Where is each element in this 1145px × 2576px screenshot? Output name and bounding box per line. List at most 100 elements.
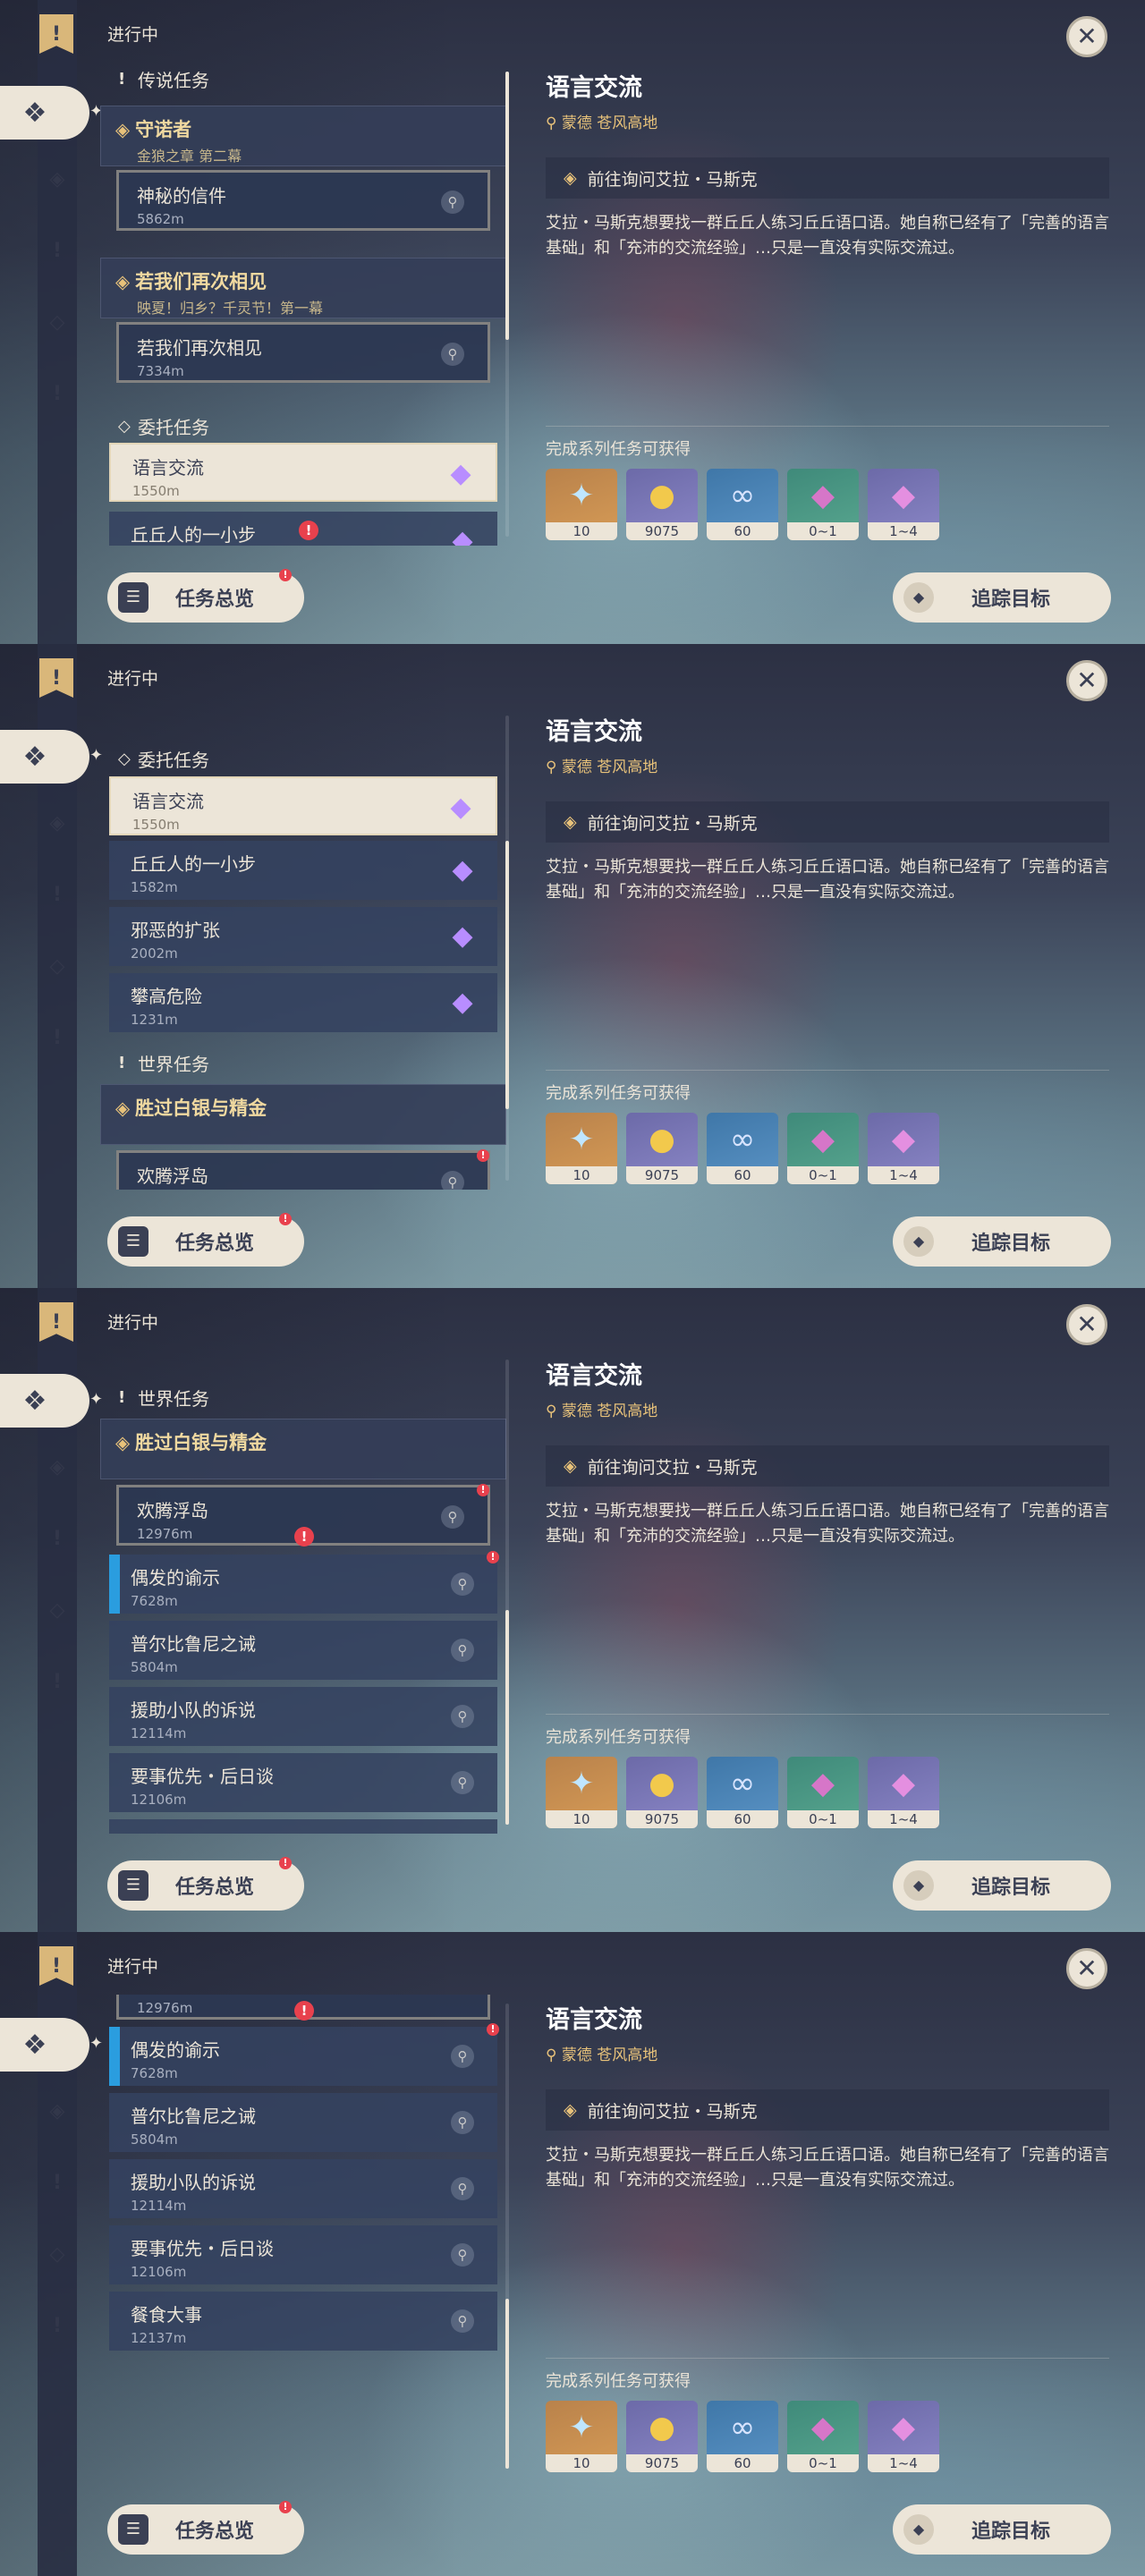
reward-item[interactable]: ◆ 0~1 bbox=[787, 469, 859, 540]
world-quest-item[interactable]: 餐食大事 bbox=[109, 1819, 497, 1834]
reward-item[interactable]: ◆ 1~4 bbox=[868, 1113, 939, 1184]
map-pin-icon[interactable]: ⚲ bbox=[451, 2177, 474, 2200]
track-objective-button[interactable]: ◆ 追踪目标 bbox=[893, 1860, 1111, 1911]
map-pin-icon[interactable]: ⚲ bbox=[441, 343, 464, 366]
quest-list-scrollbar[interactable] bbox=[505, 72, 509, 537]
quest-subitem[interactable]: 神秘的信件 5862m ⚲ bbox=[116, 170, 490, 231]
reward-item[interactable]: ✦ 10 bbox=[546, 469, 617, 540]
reward-item[interactable]: ∞ 60 bbox=[707, 2401, 778, 2472]
commission-item[interactable]: 丘丘人的一小步 1582m ◆ bbox=[109, 841, 497, 900]
map-pin-icon[interactable]: ⚲ bbox=[451, 1705, 474, 1728]
reward-item[interactable]: ∞ 60 bbox=[707, 1757, 778, 1828]
quest-group-guardian[interactable]: ◈ 守诺者 金狼之章 第二幕 bbox=[100, 106, 506, 166]
quest-group-meet_again[interactable]: ◈ 若我们再次相见 映夏！归乡？千灵节！第一幕 bbox=[100, 258, 506, 318]
close-button[interactable]: ✕ bbox=[1066, 660, 1107, 701]
commission-item[interactable]: 语言交流 1550m ◆ bbox=[109, 776, 497, 835]
quest-title: 语言交流 bbox=[546, 2006, 642, 2034]
reward-item[interactable]: ✦ 10 bbox=[546, 2401, 617, 2472]
map-pin-icon[interactable]: ⚲ bbox=[451, 1639, 474, 1662]
world-quest-item[interactable]: 要事优先・后日谈 12106m ⚲ bbox=[109, 1753, 497, 1812]
quest-overview-button[interactable]: ☰ 任务总览 ! bbox=[107, 1213, 304, 1267]
mora-icon: ● bbox=[649, 2410, 675, 2445]
map-pin-icon[interactable]: ⚲ bbox=[451, 1771, 474, 1794]
quest-overview-button[interactable]: ☰ 任务总览 ! bbox=[107, 569, 304, 623]
quest-list-scrollbar[interactable] bbox=[505, 716, 509, 1181]
reward-item[interactable]: ◆ 0~1 bbox=[787, 1757, 859, 1828]
quest-list-icon: ☰ bbox=[118, 1226, 148, 1257]
reward-item[interactable]: ● 9075 bbox=[626, 1757, 698, 1828]
reward-item[interactable]: ◆ 0~1 bbox=[787, 1113, 859, 1184]
close-button[interactable]: ✕ bbox=[1066, 1948, 1107, 1989]
world-quest-item[interactable]: 偶发的谕示 7628m ⚲! bbox=[109, 1551, 499, 1614]
commission-item[interactable]: 语言交流 1550m ◆ bbox=[109, 443, 497, 502]
reward-item[interactable]: ● 9075 bbox=[626, 1113, 698, 1184]
map-pin-icon[interactable]: ⚲ bbox=[441, 1171, 464, 1190]
commission-item[interactable]: 攀高危险 1231m ◆ bbox=[109, 973, 497, 1032]
world-quest-item[interactable]: 要事优先・后日谈 12106m ⚲ bbox=[109, 2225, 497, 2284]
quest-list[interactable]: ◇ 委托任务 语言交流 1550m ◆ 丘丘人的一小步 1582m ◆ 邪恶的扩张 20… bbox=[100, 707, 506, 1190]
close-button[interactable]: ✕ bbox=[1066, 16, 1107, 57]
quest-subitem[interactable]: 若我们再次相见 7334m ⚲ bbox=[116, 322, 490, 383]
close-button[interactable]: ✕ bbox=[1066, 1304, 1107, 1345]
quest-overview-button[interactable]: ☰ 任务总览 ! bbox=[107, 1857, 304, 1911]
map-pin-icon[interactable]: ⚲ bbox=[441, 191, 464, 214]
group-title: 若我们再次相见 bbox=[135, 271, 267, 292]
quest-group-silver[interactable]: ◈ 胜过白银与精金 bbox=[100, 1084, 506, 1145]
section-title-world: ! 世界任务 bbox=[118, 1053, 209, 1075]
commission-item[interactable]: 邪恶的扩张 2002m ◆ bbox=[109, 907, 497, 966]
commission-item[interactable]: 丘丘人的一小步 ! ◆ bbox=[109, 512, 497, 546]
reward-item[interactable]: ∞ 60 bbox=[707, 469, 778, 540]
world-quest-item[interactable]: 餐食大事 12137m ⚲ bbox=[109, 2292, 497, 2351]
scroll-thumb[interactable] bbox=[505, 841, 509, 1109]
map-pin-icon[interactable]: ⚲ bbox=[451, 1572, 474, 1596]
location-pin-icon: ⚲ bbox=[546, 2046, 562, 2064]
reward-item[interactable]: ◆ 1~4 bbox=[868, 2401, 939, 2472]
reward-item[interactable]: ◆ 1~4 bbox=[868, 1757, 939, 1828]
alert-badge-icon: ! bbox=[279, 1213, 292, 1225]
all-quests-icon: ❖ bbox=[22, 1385, 47, 1417]
alert-badge-icon: ! bbox=[279, 1857, 292, 1869]
quest-list[interactable]: ! 世界任务 ◈ 胜过白银与精金 欢腾浮岛 12976m ⚲! ! 偶发的谕示 7628m… bbox=[100, 1351, 506, 1834]
map-pin-icon[interactable]: ⚲ bbox=[451, 2243, 474, 2267]
world-quest-item[interactable]: 普尔比鲁尼之诫 5804m ⚲ bbox=[109, 1621, 497, 1680]
reward-item[interactable]: ∞ 60 bbox=[707, 1113, 778, 1184]
all-quests-tab[interactable]: ❖ bbox=[0, 1374, 89, 1428]
reward-item[interactable]: ✦ 10 bbox=[546, 1113, 617, 1184]
quest-list-scrollbar[interactable] bbox=[505, 1360, 509, 1825]
map-pin-icon[interactable]: ⚲ bbox=[451, 2111, 474, 2134]
rewards-title: 完成系列任务可获得 bbox=[546, 2372, 691, 2391]
scroll-thumb[interactable] bbox=[505, 72, 509, 340]
map-pin-icon[interactable]: ⚲ bbox=[441, 1505, 464, 1529]
all-quests-tab[interactable]: ❖ bbox=[0, 2018, 89, 2072]
reward-item[interactable]: ● 9075 bbox=[626, 469, 698, 540]
quest-diamond-icon: ◈ bbox=[115, 1097, 131, 1119]
world-quest-item[interactable]: 偶发的谕示 7628m ⚲! bbox=[109, 2023, 499, 2086]
track-objective-button[interactable]: ◆ 追踪目标 bbox=[893, 572, 1111, 623]
reward-item[interactable]: ◆ 0~1 bbox=[787, 2401, 859, 2472]
quest-overview-button[interactable]: ☰ 任务总览 ! bbox=[107, 2501, 304, 2555]
quest-subitem[interactable]: 欢腾浮岛 12976m ⚲! ! bbox=[116, 1484, 490, 1546]
reward-item[interactable]: ◆ 1~4 bbox=[868, 469, 939, 540]
world-quest-item[interactable]: 普尔比鲁尼之诫 5804m ⚲ bbox=[109, 2093, 497, 2152]
quest-subitem[interactable]: 欢腾浮岛 12976m ⚲! ! bbox=[116, 1149, 490, 1190]
scroll-thumb[interactable] bbox=[505, 1610, 509, 1825]
section-title-commission: ◇ 委托任务 bbox=[118, 416, 209, 438]
quest-group-silver[interactable]: ◈ 胜过白银与精金 bbox=[100, 1419, 506, 1479]
quest-subitem[interactable]: 欢腾浮岛 12976m ! bbox=[116, 1995, 490, 2021]
reward-count: 60 bbox=[707, 2454, 778, 2472]
world-quest-item[interactable]: 援助小队的诉说 12114m ⚲ bbox=[109, 2159, 497, 2218]
quest-list-scrollbar[interactable] bbox=[505, 2004, 509, 2469]
divider bbox=[546, 1070, 1109, 1071]
world-quest-item[interactable]: 援助小队的诉说 12114m ⚲ bbox=[109, 1687, 497, 1746]
track-objective-button[interactable]: ◆ 追踪目标 bbox=[893, 1216, 1111, 1267]
quest-list[interactable]: ! 传说任务 ◈ 守诺者 金狼之章 第二幕 神秘的信件 5862m ⚲ ◈ 若我们再次相见 映夏… bbox=[100, 63, 506, 546]
scroll-thumb[interactable] bbox=[505, 2299, 509, 2469]
quest-list[interactable]: 欢腾浮岛 12976m !偶发的谕示 7628m ⚲! 普尔比鲁尼之诫 5804m… bbox=[100, 1995, 506, 2478]
map-pin-icon[interactable]: ⚲ bbox=[451, 2045, 474, 2068]
all-quests-tab[interactable]: ❖ bbox=[0, 86, 89, 140]
map-pin-icon[interactable]: ⚲ bbox=[451, 2309, 474, 2333]
all-quests-tab[interactable]: ❖ bbox=[0, 730, 89, 784]
reward-item[interactable]: ● 9075 bbox=[626, 2401, 698, 2472]
track-objective-button[interactable]: ◆ 追踪目标 bbox=[893, 2504, 1111, 2555]
reward-item[interactable]: ✦ 10 bbox=[546, 1757, 617, 1828]
